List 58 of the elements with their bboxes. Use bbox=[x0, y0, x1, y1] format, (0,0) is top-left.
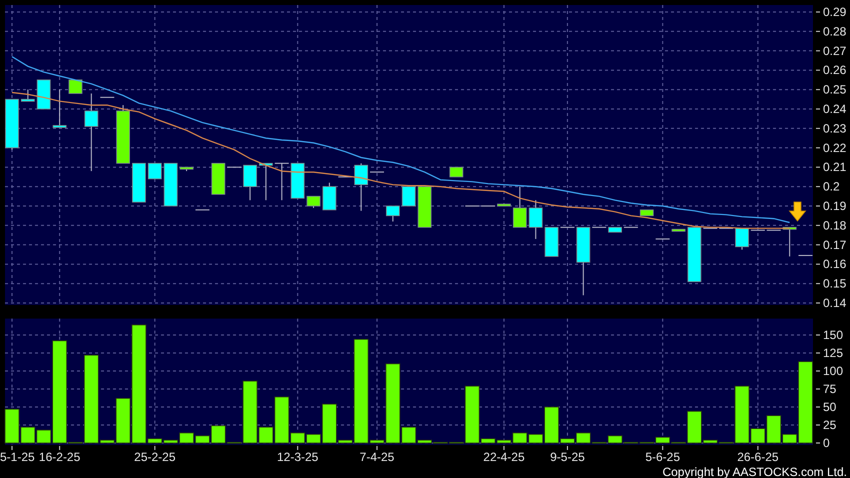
axis-label: 0.16 bbox=[823, 257, 846, 272]
axis-label: 9-5-25 bbox=[550, 450, 585, 464]
axis-label: 0.23 bbox=[823, 121, 846, 136]
axis-label: 0.29 bbox=[823, 5, 846, 19]
candlestick bbox=[116, 104, 130, 164]
axis-label: 0 bbox=[823, 436, 830, 450]
axis-label: 0.14 bbox=[823, 296, 846, 310]
candlestick bbox=[402, 186, 416, 206]
axis-label: 0.28 bbox=[823, 24, 846, 38]
candlestick bbox=[290, 162, 305, 199]
axis-label: 0.15 bbox=[823, 276, 846, 291]
candlestick bbox=[306, 196, 320, 208]
axis-label: 7-4-25 bbox=[360, 450, 394, 464]
axis-label: 0.2 bbox=[823, 180, 840, 194]
candlestick bbox=[322, 182, 336, 210]
axis-label: 0.22 bbox=[823, 140, 846, 155]
axis-label: 16-2-25 bbox=[38, 450, 80, 464]
candlestick bbox=[528, 200, 543, 240]
axis-label: 0.17 bbox=[823, 238, 846, 252]
candlestick bbox=[194, 209, 210, 210]
candlestick bbox=[512, 186, 527, 228]
axis-label: 100 bbox=[823, 364, 844, 378]
candlestick bbox=[148, 162, 162, 180]
axis-label: 0.24 bbox=[823, 102, 846, 116]
candlestick bbox=[418, 186, 432, 228]
axis-label: 50 bbox=[823, 400, 836, 414]
candlestick bbox=[449, 166, 464, 178]
axis-label: 5-1-25 bbox=[0, 450, 35, 464]
candlestick bbox=[655, 238, 670, 240]
axis-label: 25-2-25 bbox=[134, 450, 176, 464]
candlestick bbox=[5, 98, 19, 150]
candlestick bbox=[640, 209, 654, 216]
axis-label: 5-6-25 bbox=[645, 450, 680, 464]
axis-label: 26-6-25 bbox=[737, 450, 779, 464]
axis-label: 0.19 bbox=[823, 199, 846, 213]
candlestick bbox=[68, 80, 82, 94]
axis-label: 75 bbox=[823, 382, 836, 396]
axis-label: 0.18 bbox=[823, 218, 846, 232]
candlestick bbox=[132, 162, 146, 203]
candlestick bbox=[274, 162, 290, 201]
axis-label: 0.26 bbox=[823, 63, 846, 78]
candlestick bbox=[164, 162, 178, 206]
axis-label: 150 bbox=[823, 328, 844, 342]
candlestick bbox=[672, 228, 686, 232]
axis-label: 22-4-25 bbox=[483, 450, 525, 464]
axis-label: 25 bbox=[823, 418, 836, 432]
axis-label: 12-3-25 bbox=[276, 450, 318, 464]
candlestick bbox=[386, 206, 400, 222]
axis-label: 0.21 bbox=[823, 160, 846, 174]
axis-label: 125 bbox=[823, 346, 844, 360]
candlestick bbox=[180, 166, 194, 172]
candlestick bbox=[52, 89, 66, 128]
axis-label: 0.25 bbox=[823, 82, 846, 97]
candlestick bbox=[259, 162, 273, 201]
axis-label: 0.27 bbox=[823, 44, 846, 58]
candlestick bbox=[36, 80, 51, 110]
candlestick bbox=[20, 89, 35, 102]
down-arrow-icon bbox=[788, 202, 806, 222]
